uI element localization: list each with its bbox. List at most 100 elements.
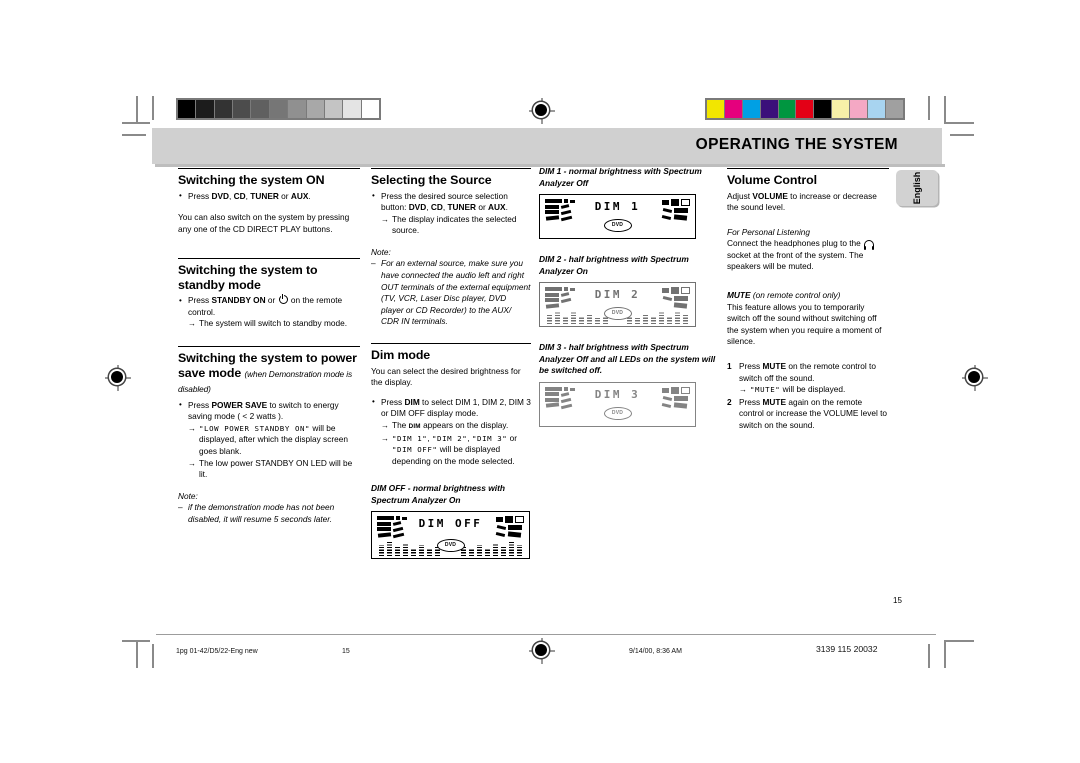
key-volume: VOLUME	[752, 190, 788, 201]
calibration-swatch	[742, 100, 760, 118]
label-personal-listening: For Personal Listening	[727, 226, 811, 237]
crop-mark-br-vertical	[944, 640, 946, 668]
key-power-save: POWER SAVE	[211, 399, 268, 410]
result-dim-appears: The DIM appears on the display.	[381, 420, 531, 433]
calibration-swatch	[814, 100, 832, 118]
heading-standby-mode: Switching the system to standby mode	[178, 258, 360, 292]
paragraph-mute-description: This feature allows you to temporarily s…	[727, 301, 882, 347]
dvd-logo-icon: DVD	[436, 539, 465, 553]
calibration-swatch	[796, 100, 814, 118]
power-icon	[278, 294, 288, 305]
caption-dim-1: DIM 1 - normal brightness with Spectrum …	[539, 166, 702, 188]
lcd-right-indicators	[650, 199, 690, 229]
registration-mark-left	[105, 365, 131, 391]
crop-mark-tr-vertical-2	[928, 96, 930, 120]
key-tuner: TUNER	[250, 190, 279, 201]
text-fragment: socket at the front of the system. The s…	[727, 249, 864, 272]
calibration-swatch	[233, 100, 251, 118]
key-aux: AUX	[290, 190, 309, 201]
calibration-swatch	[178, 100, 196, 118]
result-mute-displayed: "MUTE" will be displayed.	[739, 384, 889, 396]
list-standby: Press STANDBY ON or on the remote contro…	[178, 294, 360, 330]
lcd-display-dim-3: DIM 3 DVD	[539, 381, 696, 427]
calibration-swatch	[214, 100, 233, 118]
step-number: 2	[727, 396, 732, 407]
text-fragment: or	[278, 190, 291, 201]
key-tuner: TUNER	[447, 202, 477, 213]
heading-dim-mode: Dim mode	[371, 343, 531, 363]
result-dim-readouts: "DIM 1", "DIM 2", "DIM 3" or "DIM OFF" w…	[381, 433, 531, 468]
text-fragment: or	[476, 202, 489, 213]
note-text-external-source: For an external source, make sure you ha…	[371, 258, 531, 328]
list-select-source: Press the desired source selection butto…	[371, 190, 531, 237]
color-calibration-bar	[705, 98, 905, 120]
key-dim: DIM	[404, 396, 420, 407]
list-item: Press STANDBY ON or on the remote contro…	[178, 294, 360, 330]
registration-mark-right	[962, 365, 988, 391]
dim-indicator-label: DIM	[408, 422, 421, 430]
crop-mark-tr-vertical	[944, 96, 946, 124]
text-fragment: Press	[188, 190, 212, 201]
calibration-swatch	[850, 100, 868, 118]
page-title: OPERATING THE SYSTEM	[695, 136, 898, 153]
heading-selecting-source: Selecting the Source	[371, 168, 531, 188]
list-power-save: Press POWER SAVE to switch to energy sav…	[178, 399, 360, 481]
text-fragment: Press	[381, 396, 405, 407]
text-fragment: Connect the headphones plug to the	[727, 238, 864, 249]
list-dim: Press DIM to select DIM 1, DIM 2, DIM 3 …	[371, 396, 531, 468]
key-mute: MUTE	[727, 290, 751, 301]
crop-mark-bl-horizontal	[122, 640, 150, 642]
column-four: Volume Control Adjust VOLUME to increase…	[727, 168, 889, 433]
column-three: DIM 1 - normal brightness with Spectrum …	[539, 166, 717, 427]
page-header-band: OPERATING THE SYSTEM	[152, 128, 942, 164]
registration-mark-top	[529, 98, 555, 124]
lcd-display-dim-off: DIM OFF DVD	[371, 511, 530, 560]
heading-switching-system-on: Switching the system ON	[178, 168, 360, 188]
key-cd: CD	[430, 202, 443, 213]
calibration-swatch	[778, 100, 796, 118]
dvd-logo-icon: DVD	[603, 307, 632, 320]
crop-mark-tl-vertical	[136, 96, 138, 124]
footer-page-number: 15	[342, 648, 350, 655]
key-standby-on: STANDBY ON	[211, 295, 266, 306]
lcd-readout-text: "LOW POWER STANDBY ON"	[199, 423, 311, 433]
result-standby-led: The low power STANDBY ON LED will be lit…	[188, 458, 360, 481]
lcd-readout-text: "DIM 3"	[471, 433, 508, 443]
calibration-swatch	[885, 100, 903, 118]
dvd-logo-icon: DVD	[603, 219, 632, 232]
list-item: Press the desired source selection butto…	[371, 190, 531, 237]
text-fragment: Press	[739, 361, 763, 372]
text-fragment: Press	[188, 295, 212, 306]
list-item: Press POWER SAVE to switch to energy sav…	[178, 399, 360, 481]
label-mute: MUTE (on remote control only)	[727, 290, 889, 302]
calibration-swatch	[760, 100, 778, 118]
lcd-display-dim-2: DIM 2 DVD	[539, 282, 696, 327]
grayscale-calibration-bar	[176, 98, 381, 120]
result-display-source: The display indicates the selected sourc…	[381, 214, 531, 237]
step-two: 2 Press MUTE again on the remote control …	[727, 397, 889, 432]
column-two: Selecting the Source Press the desired s…	[371, 168, 531, 560]
page-number: 15	[893, 596, 902, 605]
lcd-right-indicators	[650, 386, 690, 417]
footer-divider	[156, 634, 936, 635]
text-fragment: The	[392, 419, 409, 430]
paragraph-dim-brightness: You can select the desired brightness fo…	[371, 365, 521, 388]
lcd-readout-text: "DIM 1"	[392, 433, 428, 443]
caption-dim-3: DIM 3 - half brightness with Spectrum An…	[539, 342, 716, 375]
paragraph-headphones: Connect the headphones plug to the socke…	[727, 238, 889, 273]
list-item: Press DVD, CD, TUNER or AUX.	[178, 190, 360, 203]
text-fragment: Adjust	[727, 190, 753, 201]
heading-volume-control: Volume Control	[727, 168, 889, 188]
key-aux: AUX	[488, 202, 506, 213]
calibration-swatch	[269, 100, 288, 118]
column-one: Switching the system ON Press DVD, CD, T…	[178, 168, 360, 526]
calibration-swatch	[343, 100, 361, 118]
dvd-logo-icon: DVD	[603, 406, 632, 420]
calibration-swatch	[251, 100, 269, 118]
language-tab-label: English	[912, 171, 922, 205]
crop-mark-tr-horizontal-2	[950, 134, 974, 136]
crop-mark-tl-horizontal	[122, 122, 150, 124]
calibration-swatch	[288, 100, 306, 118]
calibration-swatch	[832, 100, 850, 118]
headphones-icon	[864, 240, 875, 251]
